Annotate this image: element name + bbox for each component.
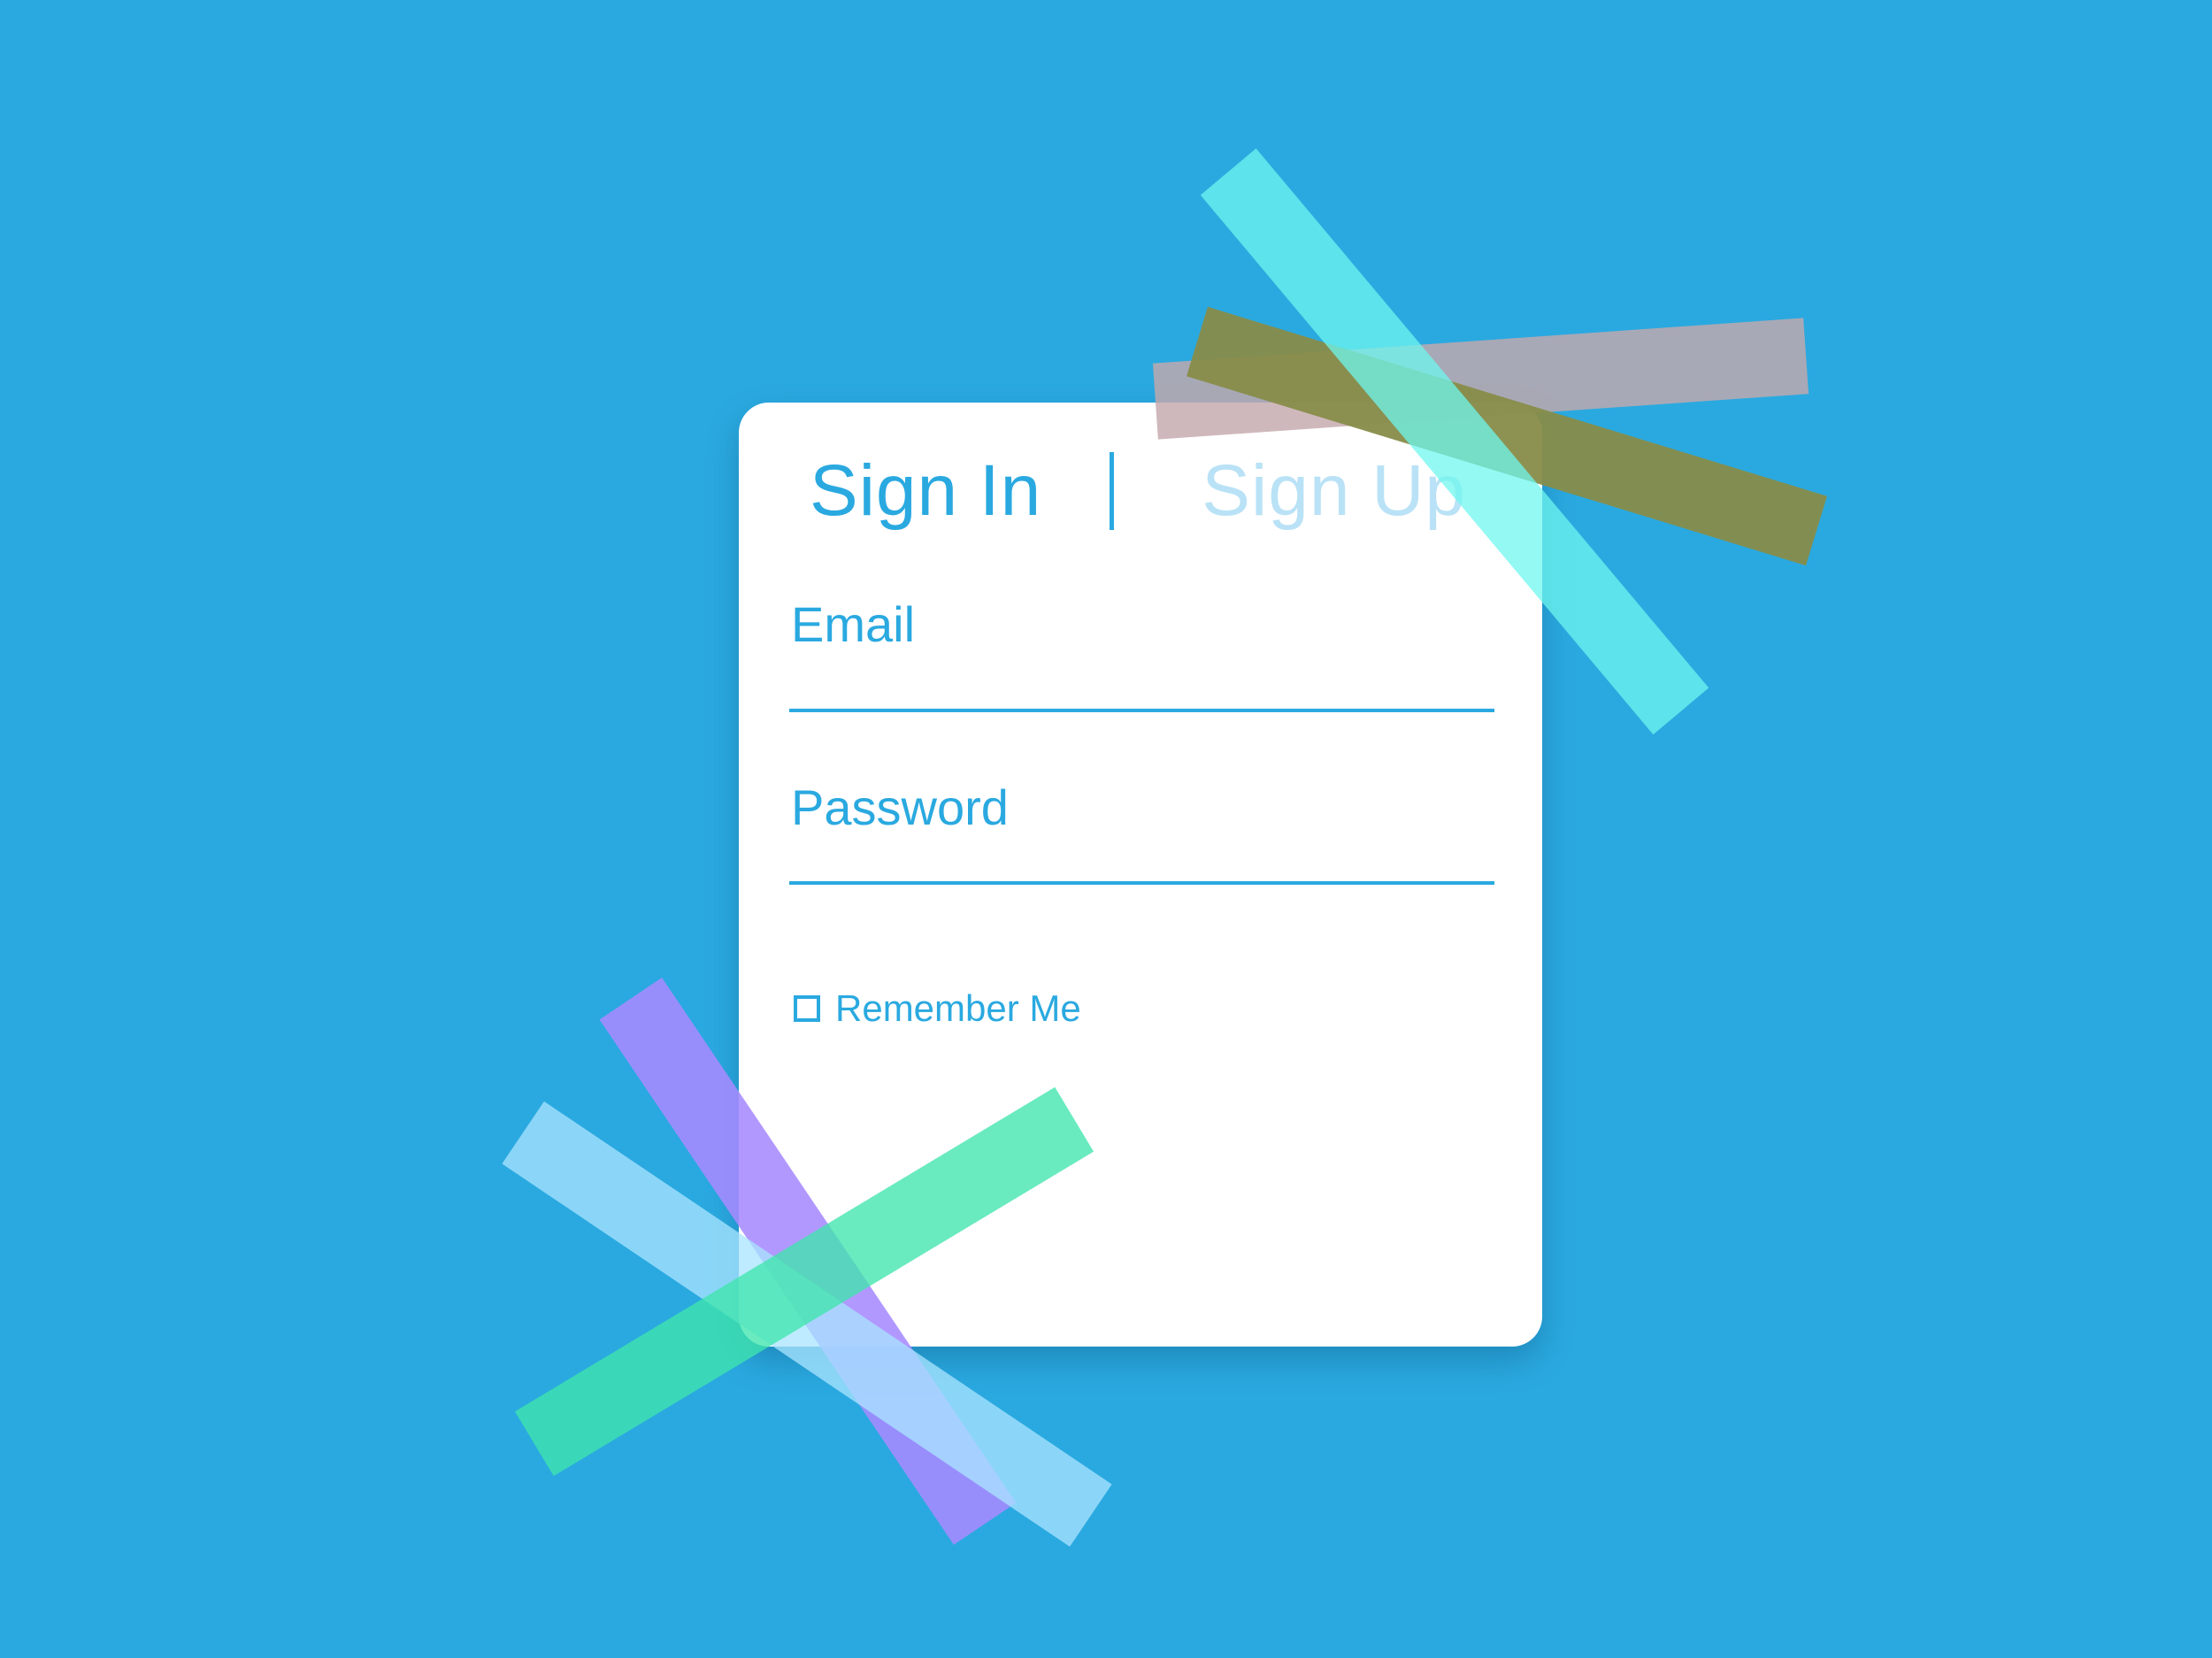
tab-sign-in[interactable]: Sign In [810,455,1041,527]
password-input[interactable] [789,839,1494,885]
auth-tabs: Sign In Sign Up [810,438,1466,544]
email-label: Email [791,596,916,652]
email-input[interactable] [789,666,1494,712]
tab-sign-up[interactable]: Sign Up [1202,455,1466,527]
unchecked-checkbox-icon[interactable] [794,995,820,1022]
email-field-group: Email [789,600,1494,712]
login-page: Sign In Sign Up Email Password Remember … [0,0,2212,1658]
password-label: Password [791,779,1009,835]
tab-divider [1110,452,1115,530]
remember-me-option[interactable]: Remember Me [794,990,1081,1027]
password-field-group: Password [789,783,1494,885]
remember-me-label: Remember Me [835,987,1081,1029]
